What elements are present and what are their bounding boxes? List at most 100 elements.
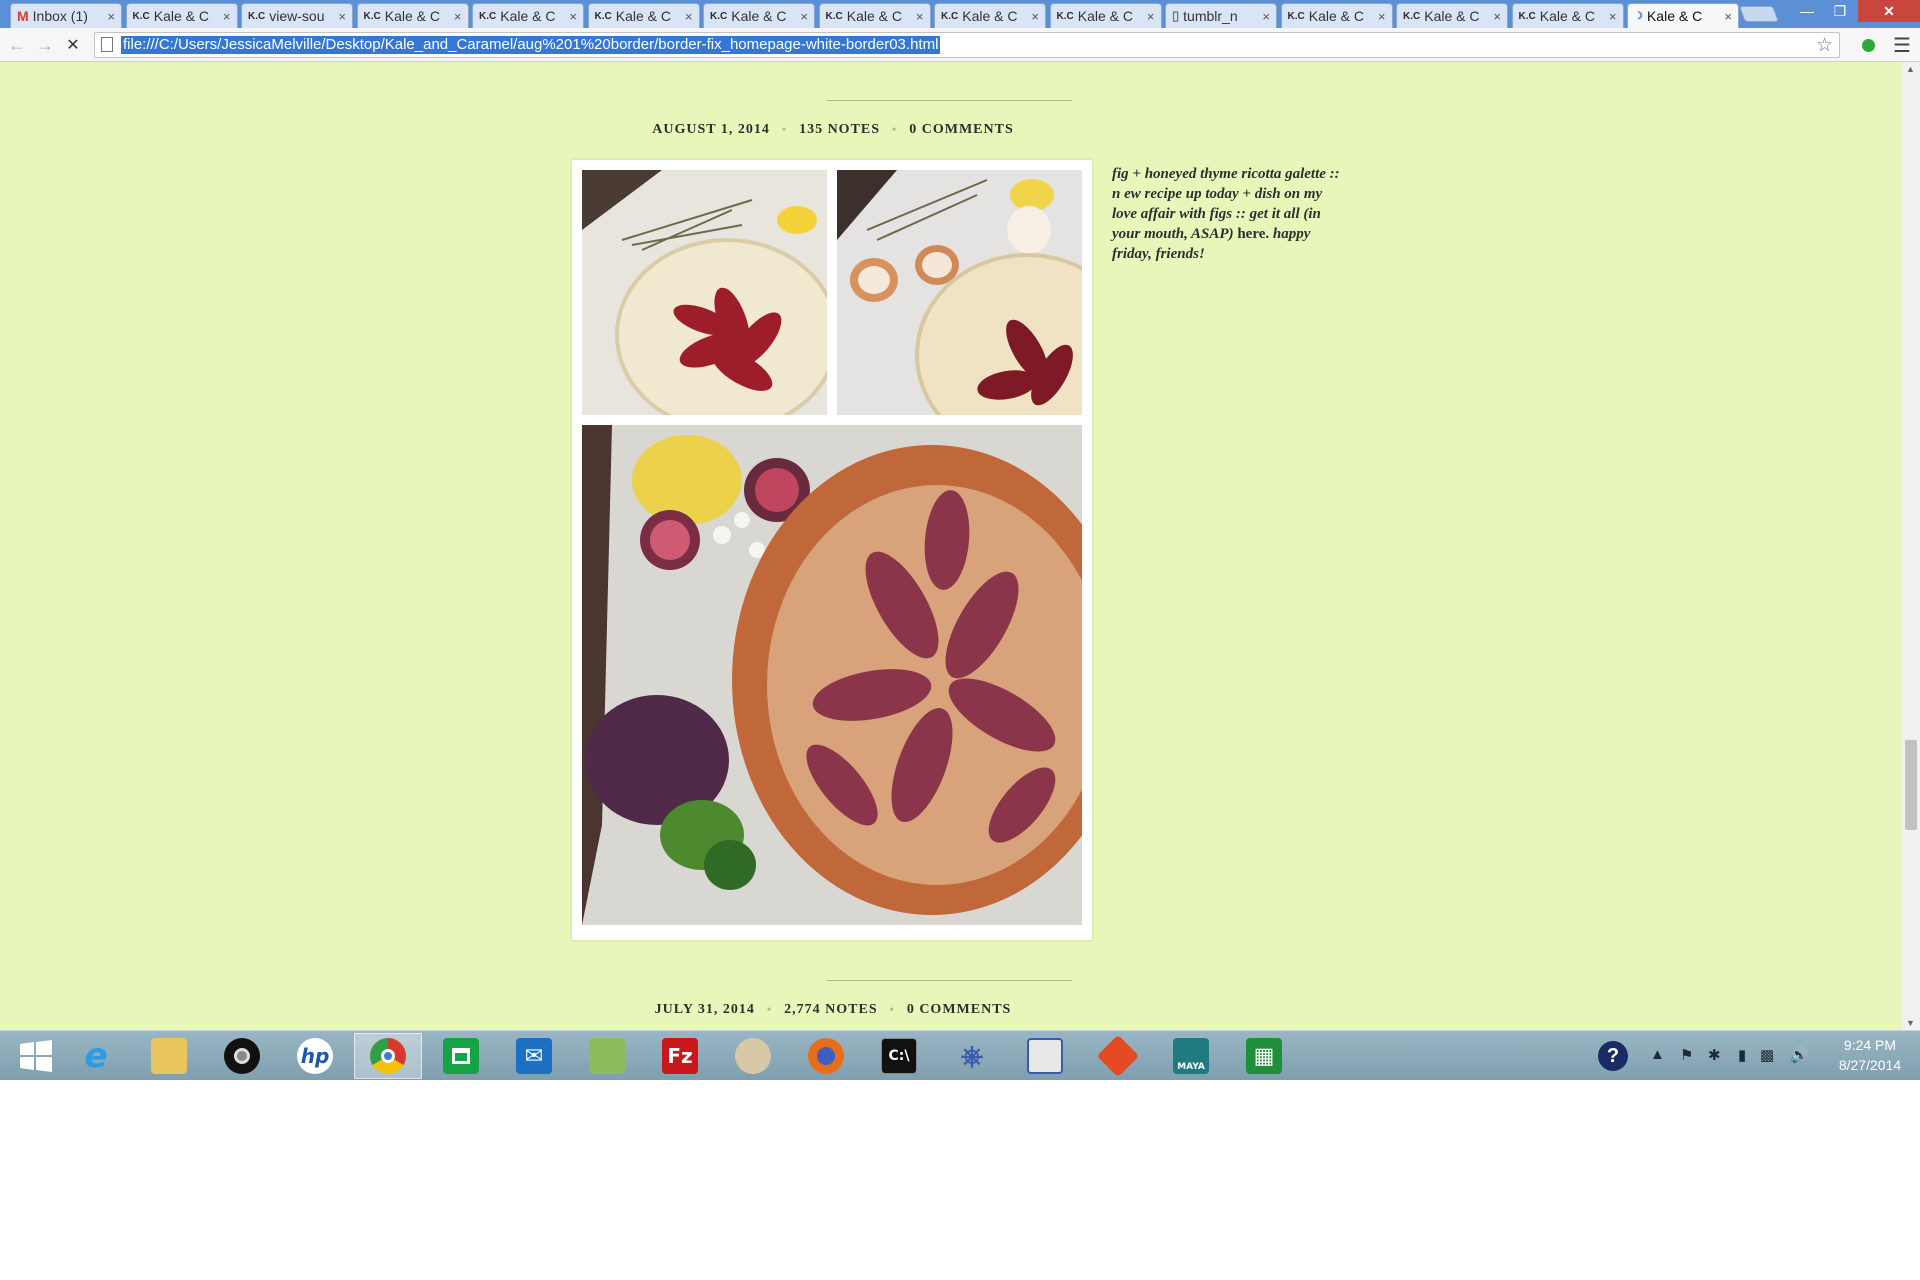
browser-tab[interactable]: K.C Kale & C ×: [934, 3, 1046, 28]
new-tab-button[interactable]: [1739, 6, 1779, 22]
minimize-button[interactable]: —: [1792, 0, 1822, 22]
tab-title: Kale & C: [384, 8, 440, 24]
scroll-up-arrow-icon[interactable]: ▲: [1906, 64, 1915, 74]
close-tab-icon[interactable]: ×: [569, 9, 577, 24]
browser-tab[interactable]: K.C view-sou ×: [241, 3, 353, 28]
browser-tab[interactable]: K.C Kale & C ×: [472, 3, 584, 28]
galette-with-eggs-photo[interactable]: [837, 170, 1082, 415]
separator-dot: •: [781, 122, 788, 136]
battery-icon[interactable]: ▮: [1738, 1046, 1746, 1064]
close-tab-icon[interactable]: ×: [1378, 9, 1386, 24]
volume-icon[interactable]: 🔊: [1790, 1046, 1809, 1064]
browser-tab[interactable]: K.C Kale & C ×: [1280, 3, 1393, 28]
maya-icon[interactable]: MAYA: [1157, 1033, 1225, 1079]
store-icon[interactable]: [427, 1033, 495, 1079]
browser-tab[interactable]: K.C Kale & C ×: [587, 3, 700, 28]
clock-time[interactable]: 9:24 PM: [1828, 1037, 1912, 1053]
post-notes[interactable]: 135 NOTES: [799, 122, 880, 137]
close-tab-icon[interactable]: ×: [685, 9, 693, 24]
close-tab-icon[interactable]: ×: [916, 9, 924, 24]
kc-icon: K.C: [1056, 10, 1074, 22]
gmail-icon: M: [17, 8, 29, 24]
tab-title: Kale & C: [615, 8, 671, 24]
extension-icon[interactable]: [1862, 39, 1875, 52]
hp-label: hp: [297, 1038, 333, 1074]
loading-icon: ☽: [1634, 10, 1643, 22]
windows-start-icon[interactable]: [2, 1033, 70, 1079]
command-prompt-icon[interactable]: C:\: [865, 1033, 933, 1079]
baked-fig-galette-photo[interactable]: [582, 425, 1082, 925]
browser-tab[interactable]: ▯ tumblr_n ×: [1165, 3, 1277, 28]
stop-loading-button[interactable]: ✕: [62, 34, 84, 56]
paint-icon[interactable]: [719, 1033, 787, 1079]
close-tab-icon[interactable]: ×: [1609, 9, 1617, 24]
next-post-comments[interactable]: 0 COMMENTS: [907, 1002, 1012, 1017]
browser-tab[interactable]: K.C Kale & C ×: [1396, 3, 1508, 28]
clock-date[interactable]: 8/27/2014: [1828, 1057, 1912, 1073]
close-tab-icon[interactable]: ×: [107, 9, 115, 24]
firefox-icon[interactable]: [792, 1033, 860, 1079]
post-date[interactable]: AUGUST 1, 2014: [652, 122, 770, 137]
close-tab-icon[interactable]: ×: [1493, 9, 1501, 24]
bluetooth-icon[interactable]: ✱: [1708, 1046, 1721, 1064]
tab-title: Inbox (1): [32, 8, 88, 24]
close-tab-icon[interactable]: ×: [1724, 9, 1732, 24]
tab-title: Kale & C: [500, 8, 556, 24]
caption-link[interactable]: here.: [1237, 226, 1269, 242]
bookmark-star-icon[interactable]: ☆: [1816, 34, 1833, 57]
close-tab-icon[interactable]: ×: [454, 9, 462, 24]
next-post-meta: JULY 31, 2014 • 2,774 NOTES • 0 COMMENTS: [0, 1002, 1666, 1018]
close-tab-icon[interactable]: ×: [223, 9, 231, 24]
maximize-button[interactable]: ❐: [1825, 0, 1855, 22]
url-text[interactable]: file:///C:/Users/JessicaMelville/Desktop…: [121, 36, 941, 54]
forward-button[interactable]: →: [34, 34, 56, 56]
post-comments[interactable]: 0 COMMENTS: [909, 122, 1014, 137]
mail-icon[interactable]: ✉: [500, 1033, 568, 1079]
browser-tab[interactable]: ☽ Kale & C ×: [1627, 3, 1739, 28]
menu-icon[interactable]: ☰: [1893, 33, 1911, 58]
close-tab-icon[interactable]: ×: [1262, 9, 1270, 24]
tab-title: Kale & C: [1424, 8, 1480, 24]
file-explorer-icon[interactable]: [135, 1033, 203, 1079]
browser-tab[interactable]: K.C Kale & C ×: [1511, 3, 1624, 28]
scroll-thumb[interactable]: [1905, 740, 1917, 830]
galette-before-baking-photo[interactable]: [582, 170, 827, 415]
kc-icon: K.C: [941, 10, 959, 22]
scroll-down-arrow-icon[interactable]: ▼: [1906, 1018, 1915, 1028]
network-icon[interactable]: ⎈: [938, 1033, 1006, 1079]
page-scrollbar[interactable]: ▲ ▼: [1902, 62, 1920, 1030]
browser-tab[interactable]: K.C Kale & C ×: [703, 3, 815, 28]
close-tab-icon[interactable]: ×: [1147, 9, 1155, 24]
notepad-icon[interactable]: [573, 1033, 641, 1079]
address-bar[interactable]: file:///C:/Users/JessicaMelville/Desktop…: [94, 32, 1840, 58]
help-icon[interactable]: ?: [1598, 1041, 1628, 1071]
wifi-signal-icon[interactable]: ▩: [1760, 1046, 1774, 1064]
browser-tab[interactable]: M Inbox (1) ×: [10, 3, 122, 28]
close-tab-icon[interactable]: ×: [338, 9, 346, 24]
remote-desktop-icon[interactable]: [1011, 1033, 1079, 1079]
filezilla-icon[interactable]: Fz: [646, 1033, 714, 1079]
chrome-icon[interactable]: [354, 1033, 422, 1079]
separator-dot: •: [889, 1002, 895, 1016]
action-center-flag-icon[interactable]: ⚑: [1680, 1046, 1693, 1064]
doc-icon: ▯: [1172, 8, 1180, 23]
browser-tab[interactable]: K.C Kale & C ×: [1049, 3, 1162, 28]
tab-title: Kale & C: [1077, 8, 1133, 24]
show-hidden-icons-icon[interactable]: ▲: [1650, 1046, 1665, 1063]
hp-icon[interactable]: hp: [281, 1033, 349, 1079]
internet-explorer-icon[interactable]: e: [62, 1033, 130, 1079]
webcam-icon[interactable]: [208, 1033, 276, 1079]
close-tab-icon[interactable]: ×: [800, 9, 808, 24]
browser-tab[interactable]: K.C Kale & C ×: [356, 3, 469, 28]
calculator-icon[interactable]: ▦: [1230, 1033, 1298, 1079]
close-window-button[interactable]: ✕: [1858, 0, 1920, 22]
tab-title: Kale & C: [846, 8, 902, 24]
browser-tab[interactable]: K.C Kale & C ×: [125, 3, 238, 28]
browser-tab[interactable]: K.C Kale & C ×: [818, 3, 931, 28]
separator-dot: •: [892, 122, 898, 136]
back-button[interactable]: ←: [6, 34, 28, 56]
close-tab-icon[interactable]: ×: [1031, 9, 1039, 24]
next-post-notes[interactable]: 2,774 NOTES: [784, 1002, 877, 1017]
git-icon[interactable]: [1084, 1033, 1152, 1079]
next-post-date[interactable]: JULY 31, 2014: [655, 1002, 755, 1017]
